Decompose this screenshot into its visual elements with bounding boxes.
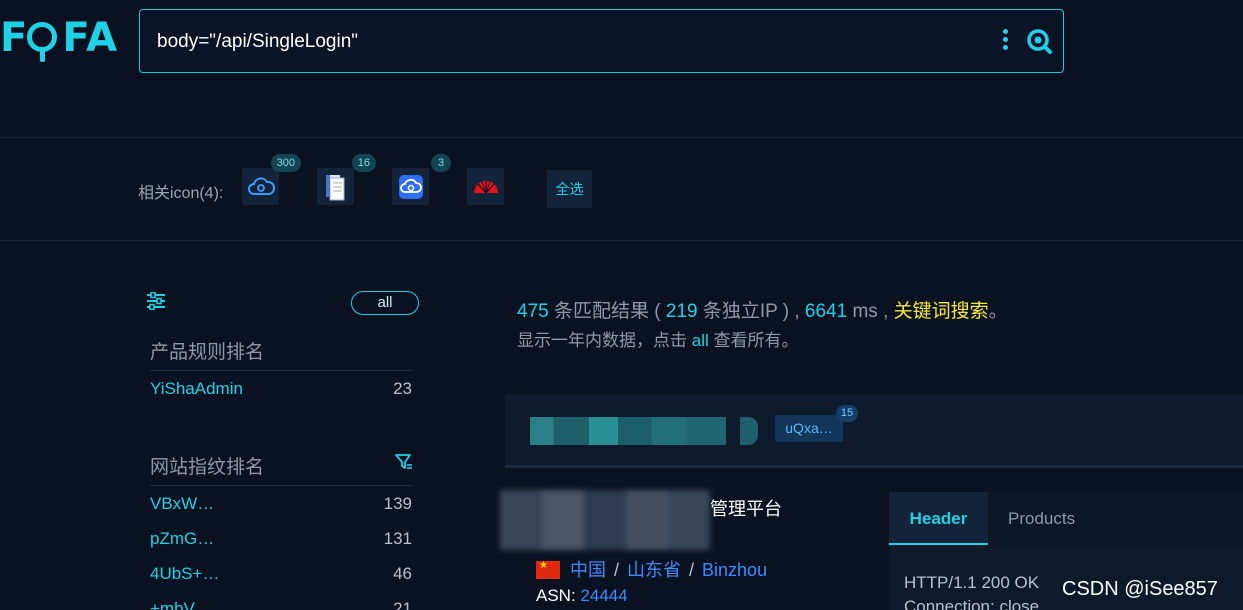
result-hint: 显示一年内数据，点击 all 查看所有。	[517, 331, 799, 350]
related-icon-1[interactable]: 300	[242, 154, 301, 205]
fingerprint-count: 131	[383, 529, 412, 548]
tag-count-badge: 15	[836, 405, 858, 422]
unique-ip-count: 219	[665, 301, 698, 322]
fingerprint-name: VBxW…	[150, 494, 215, 513]
province-link[interactable]: 山东省	[627, 560, 681, 580]
csdn-watermark: CSDN @iSee857	[1062, 578, 1218, 600]
result-location: 中国/山东省/Binzhou	[536, 556, 767, 582]
list-item[interactable]: +mbV… 21	[150, 599, 412, 610]
list-item[interactable]: YiShaAdmin 23	[150, 379, 412, 401]
list-item[interactable]: VBxW… 139	[150, 494, 412, 516]
product-rank-title: 产品规则排名	[150, 342, 265, 363]
related-icon-3[interactable]: 3	[392, 154, 451, 205]
redacted-title	[500, 490, 710, 550]
related-icon-2[interactable]: 16	[317, 154, 376, 205]
result-tag[interactable]: uQxa…	[775, 415, 843, 442]
logo-letter-f: F	[0, 15, 29, 61]
search-box	[139, 9, 1064, 73]
city-link[interactable]: Binzhou	[702, 560, 767, 580]
icon-count-badge: 16	[351, 154, 376, 172]
blue-cloud-icon	[398, 174, 423, 199]
sub-header-band	[0, 100, 1243, 138]
product-count: 23	[393, 379, 412, 398]
icon-count-badge: 3	[431, 154, 451, 172]
fingerprint-count: 21	[393, 599, 412, 610]
divider	[150, 485, 412, 486]
cloud-gear-icon	[247, 176, 275, 195]
top-bar: F FA	[0, 0, 1243, 100]
tab-header[interactable]: Header	[889, 492, 988, 545]
divider	[150, 370, 412, 371]
funnel-filter-icon[interactable]	[395, 453, 413, 471]
tab-products[interactable]: Products	[1008, 492, 1075, 545]
logo-letters-fa: FA	[62, 15, 119, 61]
select-all-button[interactable]: 全选	[547, 170, 592, 208]
redacted-host-end	[740, 417, 758, 445]
fofa-logo[interactable]: F FA	[0, 14, 124, 62]
list-item[interactable]: pZmG… 131	[150, 529, 412, 551]
icon-count-badge: 300	[270, 154, 301, 172]
related-icons-label: 相关icon(4):	[138, 185, 224, 202]
header-line: HTTP/1.1 200 OK	[904, 573, 1040, 592]
result-asn: ASN: 24444	[536, 586, 628, 605]
keyword-search-link[interactable]: 关键词搜索	[894, 301, 989, 322]
all-toggle-button[interactable]: all	[351, 291, 419, 315]
header-line: Connection: close	[904, 597, 1040, 610]
fingerprint-name: 4UbS+…	[150, 564, 220, 583]
query-time: 6641	[804, 301, 848, 322]
match-count: 475	[517, 301, 549, 322]
more-options-icon[interactable]	[1001, 29, 1009, 55]
related-icon-4[interactable]	[467, 168, 504, 205]
show-all-link[interactable]: all	[692, 331, 709, 350]
list-item[interactable]: 4UbS+… 46	[150, 564, 412, 586]
china-flag-icon	[536, 560, 560, 579]
filter-sliders-icon[interactable]	[146, 292, 166, 310]
document-icon	[325, 174, 344, 200]
redacted-host	[530, 417, 726, 445]
search-icon	[1027, 29, 1052, 54]
red-fan-icon	[473, 180, 498, 193]
country-link[interactable]: 中国	[570, 560, 606, 580]
product-name: YiShaAdmin	[150, 379, 243, 398]
fingerprint-name: pZmG…	[150, 529, 215, 548]
search-button[interactable]	[1025, 27, 1053, 55]
fingerprint-count: 46	[393, 564, 412, 583]
result-title[interactable]: 管理平台	[710, 495, 782, 521]
fingerprint-count: 139	[383, 494, 412, 513]
related-icons-strip: 相关icon(4): 300 16 3 全选	[0, 139, 1243, 241]
fingerprint-name: +mbV…	[150, 599, 212, 610]
search-input[interactable]	[157, 28, 977, 56]
result-summary: 475 条匹配结果 ( 219 条独立IP ) , 6641 ms , 关键词搜…	[517, 301, 1008, 322]
asn-link[interactable]: 24444	[580, 586, 627, 605]
fingerprint-rank-title: 网站指纹排名	[150, 457, 265, 478]
